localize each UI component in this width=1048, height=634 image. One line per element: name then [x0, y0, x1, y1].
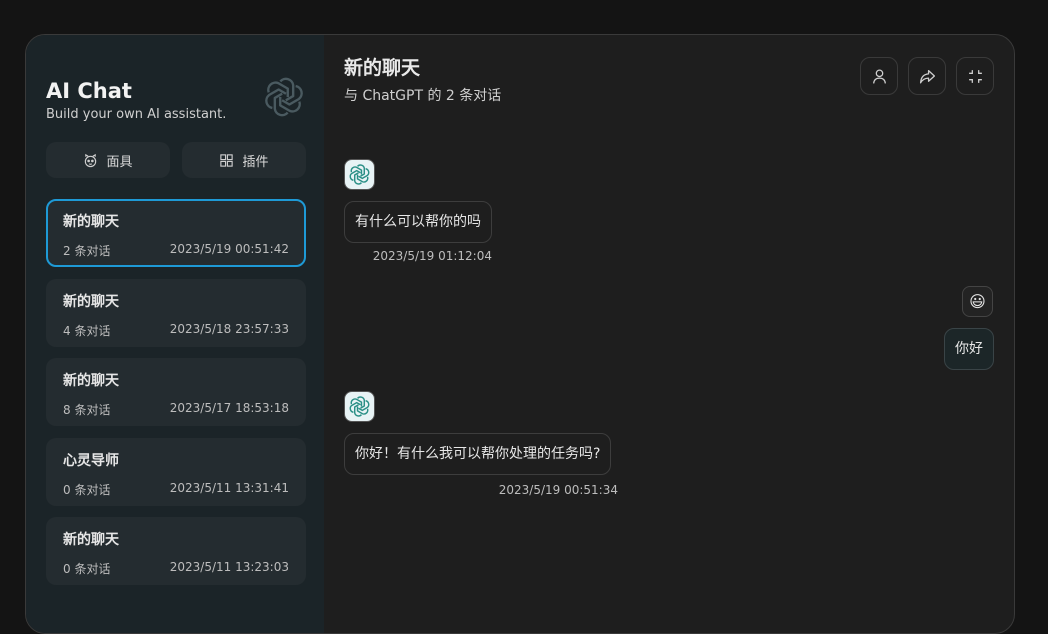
chat-item-title: 新的聊天: [63, 532, 119, 548]
chat-panel: 新的聊天 与 ChatGPT 的 2 条对话 有什么可以帮你的吗 2023/5/…: [324, 35, 1014, 633]
user-avatar: 😃: [962, 286, 993, 317]
brand: AI Chat Build your own AI assistant.: [46, 79, 226, 122]
bot-avatar: [344, 159, 375, 190]
user-avatar-emoji: 😃: [969, 292, 986, 311]
bot-message-bubble[interactable]: 有什么可以帮你的吗: [344, 201, 492, 243]
share-icon: [919, 69, 935, 84]
chat-item-count: 0 条对话: [63, 562, 111, 576]
mask-button-label: 面具: [106, 154, 133, 170]
sidebar-tools: 面具 插件: [46, 142, 306, 178]
page-title: 新的聊天: [344, 57, 421, 79]
plugin-button[interactable]: 插件: [182, 142, 306, 178]
chat-list-item[interactable]: 新的聊天 0 条对话 2023/5/11 13:23:03: [46, 517, 306, 585]
user-message-bubble[interactable]: 你好: [944, 328, 994, 370]
app-subtitle: Build your own AI assistant.: [46, 107, 227, 122]
chat-item-time: 2023/5/19 00:51:42: [169, 242, 289, 256]
message-timestamp: 2023/5/19 01:12:04: [372, 249, 492, 263]
chat-item-time: 2023/5/18 23:57:33: [169, 321, 289, 336]
bot-message-bubble[interactable]: 你好！有什么我可以帮你处理的任务吗?: [344, 433, 612, 475]
chat-list-item[interactable]: 新的聊天 2 条对话 2023/5/19 00:51:42: [46, 199, 306, 267]
chat-item-count: 8 条对话: [63, 403, 111, 417]
chat-list-item[interactable]: 心灵导师 0 条对话 2023/5/11 13:31:41: [46, 437, 306, 506]
chat-item-count: 4 条对话: [63, 323, 111, 338]
chat-item-time: 2023/5/11 13:23:03: [169, 560, 289, 574]
message-timestamp: 2023/5/19 00:51:34: [498, 483, 618, 497]
openai-logo-icon: [265, 77, 303, 117]
chat-item-time: 2023/5/17 18:53:18: [169, 401, 289, 415]
plugin-grid-icon: [220, 153, 234, 167]
app-title: AI Chat: [46, 79, 132, 103]
chat-list-item[interactable]: 新的聊天 8 条对话 2023/5/17 18:53:18: [46, 358, 306, 426]
page-subtitle: 与 ChatGPT 的 2 条对话: [344, 88, 502, 104]
chat-list: 新的聊天 2 条对话 2023/5/19 00:51:42 新的聊天 4 条对话…: [46, 199, 306, 597]
chat-list-item[interactable]: 新的聊天 4 条对话 2023/5/18 23:57:33: [46, 278, 306, 347]
bot-avatar: [344, 391, 375, 422]
mask-icon: [85, 153, 97, 167]
plugin-button-label: 插件: [242, 154, 269, 170]
openai-logo-icon: [349, 396, 370, 417]
chat-item-title: 新的聊天: [63, 373, 119, 389]
user-icon: [872, 68, 886, 84]
fullscreen-icon: [968, 69, 982, 83]
chat-item-title: 新的聊天: [63, 214, 119, 230]
message-text: 你好！有什么我可以帮你处理的任务吗?: [355, 446, 601, 462]
openai-logo-icon: [349, 164, 370, 185]
chat-item-count: 2 条对话: [63, 244, 111, 258]
chat-item-time: 2023/5/11 13:31:41: [169, 480, 289, 495]
fullscreen-button[interactable]: [956, 57, 994, 95]
message-text: 有什么可以帮你的吗: [355, 214, 481, 230]
mask-button[interactable]: 面具: [46, 142, 170, 178]
message-text: 你好: [955, 341, 983, 357]
share-button[interactable]: [908, 57, 946, 95]
app-window: AI Chat Build your own AI assistant. 面具 …: [25, 34, 1015, 634]
sidebar: AI Chat Build your own AI assistant. 面具 …: [26, 35, 324, 633]
chat-item-title: 新的聊天: [63, 293, 119, 310]
chat-item-count: 0 条对话: [63, 482, 111, 497]
header-actions: [860, 57, 994, 95]
user-button[interactable]: [860, 57, 898, 95]
chat-item-title: 心灵导师: [63, 452, 119, 469]
